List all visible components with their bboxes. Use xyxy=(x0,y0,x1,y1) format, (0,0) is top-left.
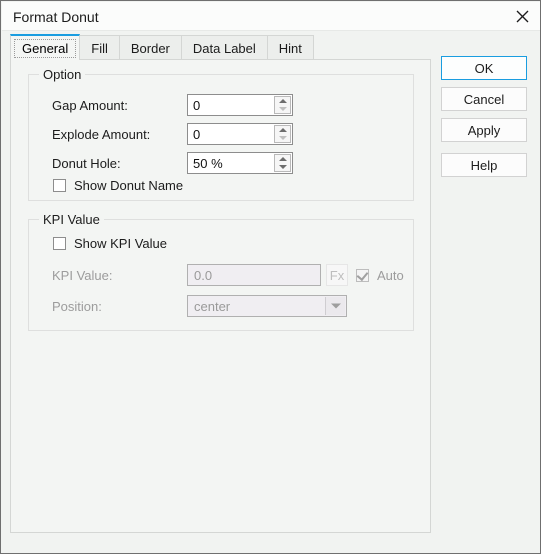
show-donut-name-label: Show Donut Name xyxy=(74,178,184,193)
apply-button[interactable]: Apply xyxy=(441,118,527,142)
cancel-button[interactable]: Cancel xyxy=(441,87,527,111)
title-bar: Format Donut xyxy=(2,2,540,31)
gap-amount-increment-button[interactable] xyxy=(275,97,290,105)
tab-general[interactable]: General xyxy=(10,34,81,60)
fx-button-label: Fx xyxy=(329,267,345,283)
gap-amount-label: Gap Amount: xyxy=(52,98,128,113)
tab-hint-label: Hint xyxy=(278,40,302,56)
show-donut-name-checkbox-box xyxy=(53,179,66,192)
kpi-value-input-value: 0.0 xyxy=(194,268,213,283)
tab-bar: General Fill Border Data Label Hint xyxy=(10,34,314,60)
help-button-label: Help xyxy=(470,157,498,173)
explode-amount-spin-buttons xyxy=(274,125,291,143)
tab-data-label-label: Data Label xyxy=(192,40,256,56)
ok-button-label: OK xyxy=(474,60,494,76)
tab-fill[interactable]: Fill xyxy=(79,35,120,60)
auto-checkbox[interactable]: Auto xyxy=(356,268,404,283)
dialog-title: Format Donut xyxy=(13,9,99,25)
option-group: Option Gap Amount: 0 Explode Amount: 0 D… xyxy=(28,67,414,201)
donut-hole-increment-button[interactable] xyxy=(275,155,290,163)
kpi-value-group-title: KPI Value xyxy=(39,212,104,227)
kpi-value-input[interactable]: 0.0 xyxy=(187,264,321,286)
position-label: Position: xyxy=(52,299,102,314)
tab-border-label: Border xyxy=(130,40,170,56)
gap-amount-value: 0 xyxy=(193,98,201,113)
show-kpi-value-checkbox-box xyxy=(53,237,66,250)
tab-data-label[interactable]: Data Label xyxy=(180,35,268,60)
gap-amount-spinner[interactable]: 0 xyxy=(187,94,293,116)
ok-button[interactable]: OK xyxy=(441,56,527,80)
help-button[interactable]: Help xyxy=(441,153,527,177)
apply-button-label: Apply xyxy=(467,122,501,138)
show-kpi-value-checkbox[interactable]: Show KPI Value xyxy=(53,236,167,251)
show-kpi-value-label: Show KPI Value xyxy=(74,236,167,251)
position-dropdown[interactable]: center xyxy=(187,295,347,317)
explode-amount-spinner[interactable]: 0 xyxy=(187,123,293,145)
explode-amount-decrement-button[interactable] xyxy=(275,134,290,142)
tab-border[interactable]: Border xyxy=(118,35,182,60)
tab-general-label: General xyxy=(22,40,69,56)
donut-hole-label: Donut Hole: xyxy=(52,156,121,171)
tab-content-panel: Option Gap Amount: 0 Explode Amount: 0 D… xyxy=(10,59,431,533)
position-dropdown-value: center xyxy=(194,299,231,314)
gap-amount-spin-buttons xyxy=(274,96,291,114)
kpi-value-field-label: KPI Value: xyxy=(52,268,113,283)
gap-amount-decrement-button[interactable] xyxy=(275,105,290,113)
kpi-value-group: KPI Value Show KPI Value KPI Value: 0.0 … xyxy=(28,212,414,331)
format-donut-dialog: Format Donut General Fill Border Data La… xyxy=(0,0,541,554)
auto-label: Auto xyxy=(377,268,404,283)
tab-fill-label: Fill xyxy=(91,40,108,56)
tab-hint[interactable]: Hint xyxy=(266,35,314,60)
explode-amount-value: 0 xyxy=(193,127,201,142)
explode-amount-label: Explode Amount: xyxy=(52,127,151,142)
cancel-button-label: Cancel xyxy=(463,91,505,107)
donut-hole-spin-buttons xyxy=(274,154,291,172)
explode-amount-increment-button[interactable] xyxy=(275,126,290,134)
chevron-down-icon[interactable] xyxy=(325,297,345,315)
fx-button[interactable]: Fx xyxy=(326,264,348,286)
donut-hole-value: 50 % xyxy=(193,156,223,171)
donut-hole-spinner[interactable]: 50 % xyxy=(187,152,293,174)
close-icon[interactable] xyxy=(504,2,540,30)
show-donut-name-checkbox[interactable]: Show Donut Name xyxy=(53,178,183,193)
donut-hole-decrement-button[interactable] xyxy=(275,163,290,171)
option-group-title: Option xyxy=(39,67,86,82)
auto-checkbox-box xyxy=(356,268,369,282)
